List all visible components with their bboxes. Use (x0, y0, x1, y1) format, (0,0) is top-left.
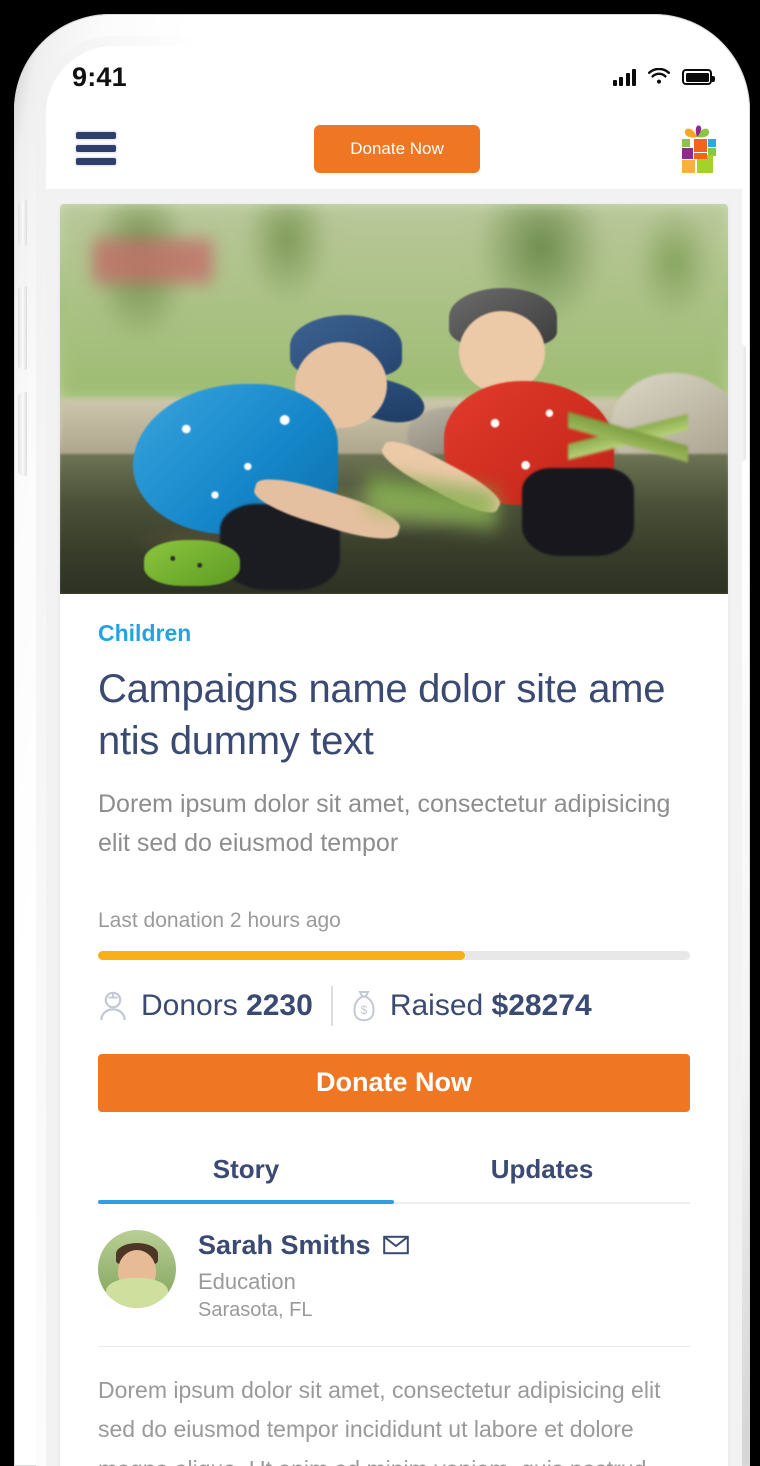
phone-screen: 9:41 Donate Now (46, 46, 742, 1466)
raised-amount: $28274 (492, 989, 592, 1022)
campaign-title: Campaigns name dolor site ame ntis dummy… (98, 663, 690, 767)
status-bar: 9:41 (46, 46, 742, 108)
svg-text:$: $ (360, 1003, 367, 1017)
hero-child-left (133, 282, 403, 582)
raised-text: Raised $28274 (390, 989, 592, 1023)
author-info: Sarah Smiths Education Sarasota, FL (198, 1230, 409, 1322)
main-donate-button[interactable]: Donate Now (98, 1054, 690, 1112)
story-body: Dorem ipsum dolor sit amet, consectetur … (98, 1347, 690, 1466)
last-donation-text: Last donation 2 hours ago (98, 909, 690, 933)
tab-story[interactable]: Story (98, 1154, 394, 1202)
campaign-hero-image (60, 204, 728, 594)
money-bag-icon: $ (351, 990, 377, 1022)
status-icons (613, 68, 713, 86)
raised-label: Raised (390, 989, 483, 1022)
author-name-row: Sarah Smiths (198, 1230, 409, 1261)
donors-stat: Donors 2230 (98, 989, 313, 1023)
progress-bar (98, 951, 690, 960)
phone-frame: 9:41 Donate Now (14, 14, 750, 1466)
hero-plant (568, 337, 688, 537)
campaign-stats: Donors 2230 $ Raised $28274 (98, 986, 690, 1026)
author-role: Education (198, 1269, 409, 1295)
status-time: 9:41 (72, 62, 127, 93)
volume-down-button[interactable] (18, 392, 27, 476)
envelope-icon[interactable] (383, 1235, 409, 1255)
hamburger-menu-icon[interactable] (72, 128, 120, 169)
author-location: Sarasota, FL (198, 1299, 409, 1322)
battery-full-icon (682, 69, 712, 85)
author-name: Sarah Smiths (198, 1230, 371, 1261)
campaign-card: Children Campaigns name dolor site ame n… (60, 204, 728, 1466)
user-icon (98, 990, 128, 1022)
hero-foreground-leaf (367, 387, 497, 594)
header-donate-button[interactable]: Donate Now (314, 125, 480, 173)
volume-up-button[interactable] (18, 286, 27, 370)
avatar[interactable] (98, 1230, 176, 1308)
mute-switch[interactable] (18, 200, 27, 246)
gift-box-logo-icon[interactable] (674, 124, 720, 174)
wifi-icon (647, 68, 671, 86)
donors-text: Donors 2230 (141, 989, 313, 1023)
campaign-details: Children Campaigns name dolor site ame n… (60, 594, 728, 1466)
signal-bars-icon (613, 69, 637, 86)
app-header: Donate Now (46, 108, 742, 190)
content-tabs: Story Updates (98, 1154, 690, 1204)
progress-bar-fill (98, 951, 465, 960)
stats-divider (331, 986, 333, 1026)
hero-background-building (93, 239, 213, 283)
donors-label: Donors (141, 989, 238, 1022)
campaign-category[interactable]: Children (98, 620, 690, 647)
raised-stat: $ Raised $28274 (351, 989, 592, 1023)
page-content[interactable]: Children Campaigns name dolor site ame n… (46, 190, 742, 1466)
donors-count: 2230 (246, 989, 313, 1022)
author-row: Sarah Smiths Education Sarasota, FL (98, 1204, 690, 1347)
campaign-description: Dorem ipsum dolor sit amet, consectetur … (98, 785, 690, 863)
tab-updates[interactable]: Updates (394, 1154, 690, 1202)
